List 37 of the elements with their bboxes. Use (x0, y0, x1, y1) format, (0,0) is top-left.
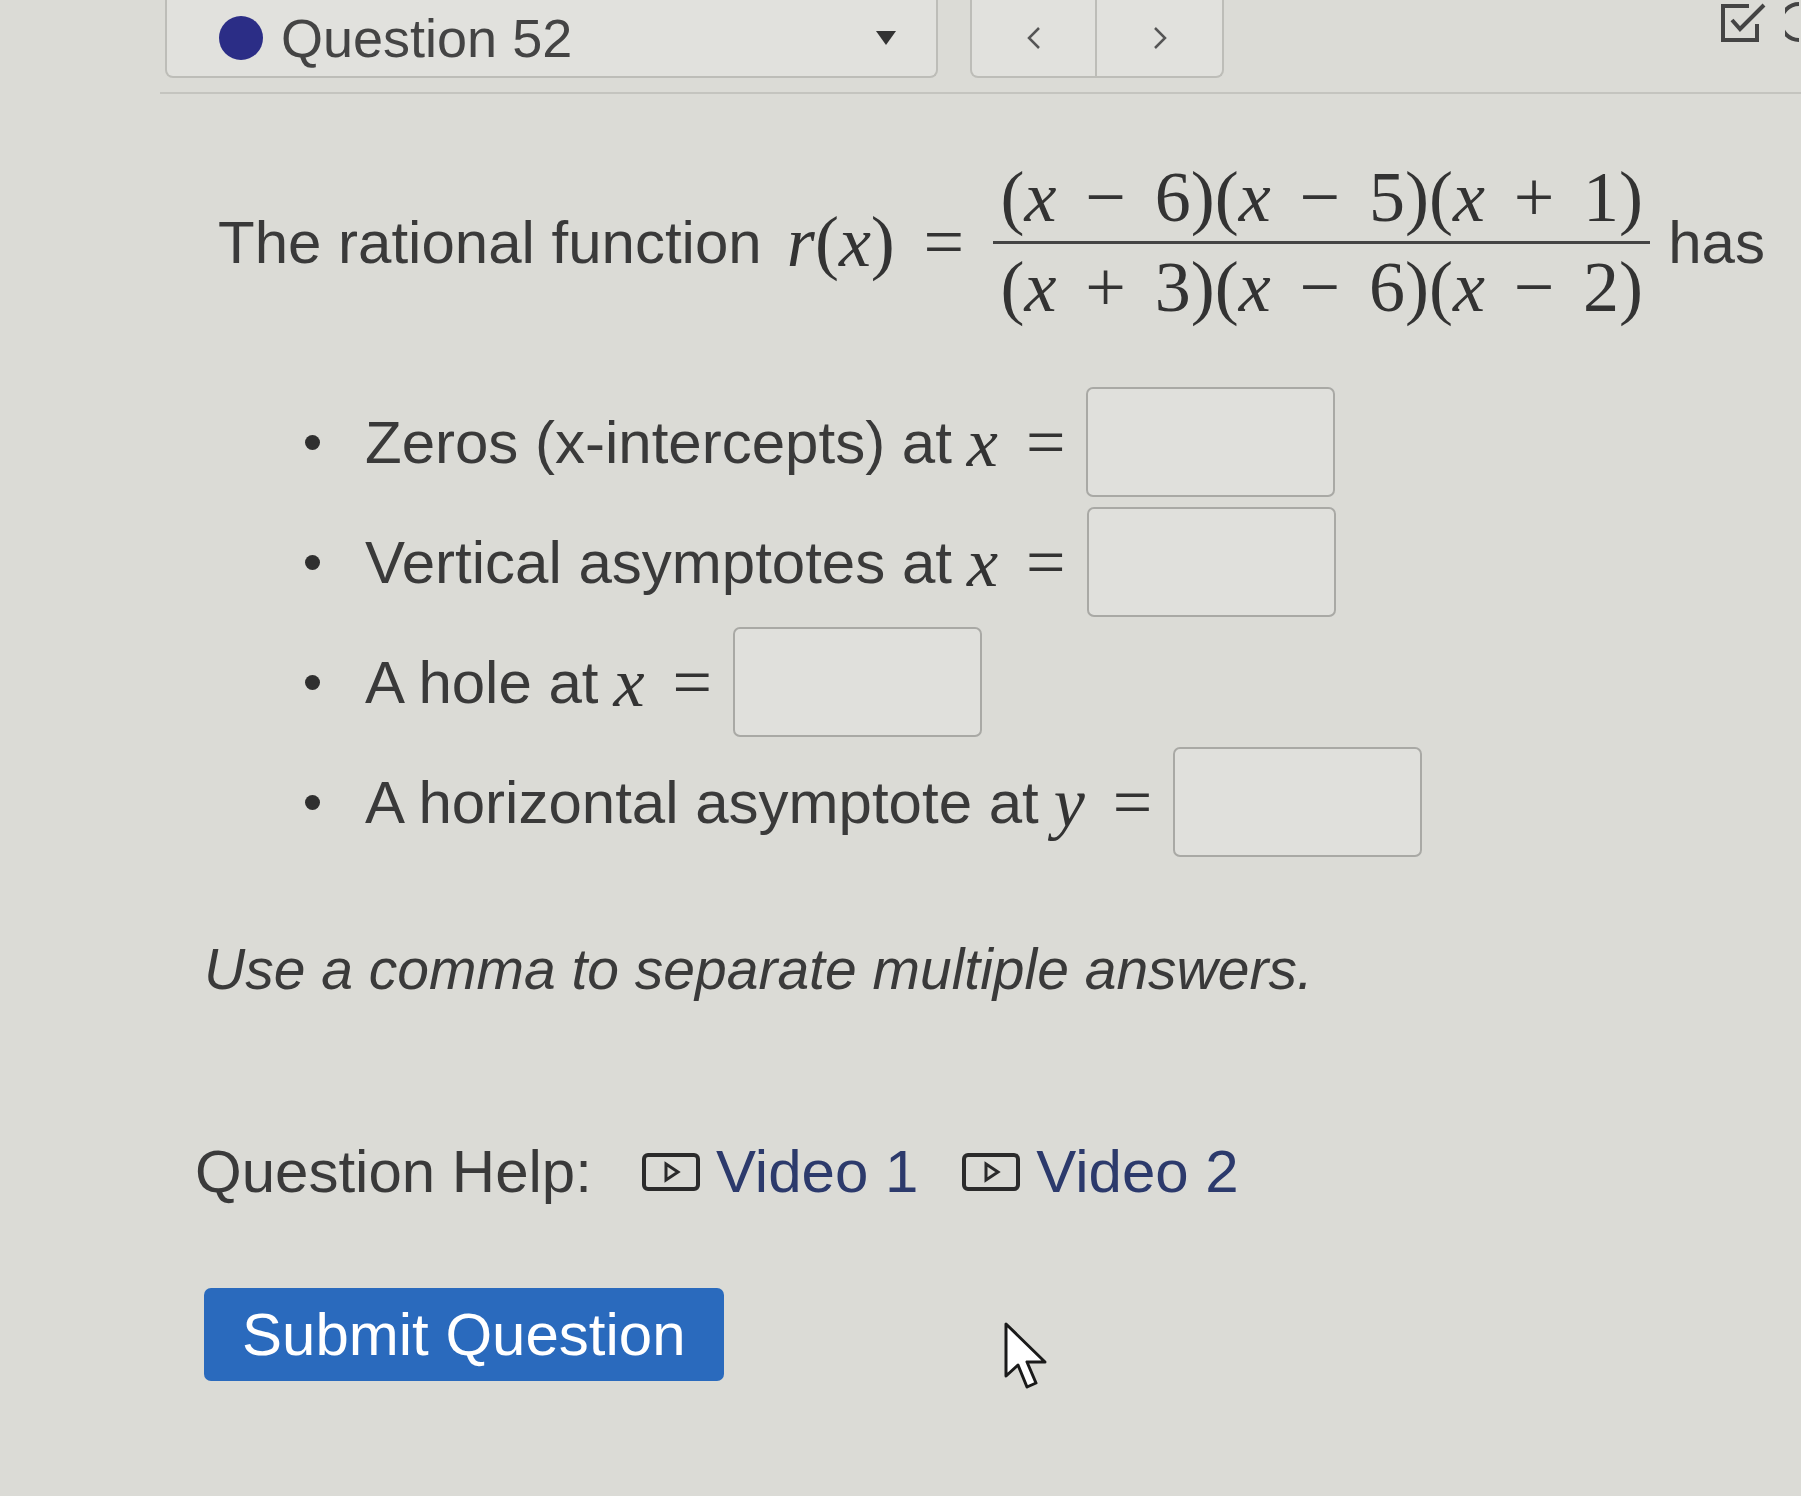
answer-box[interactable] (733, 627, 983, 738)
math-variable: x = (965, 402, 1067, 483)
next-button[interactable] (1097, 0, 1224, 78)
chevron-right-icon (1152, 26, 1167, 50)
fraction-numerator: (x − 6)(x − 5)(x + 1) (999, 158, 1645, 238)
video-play-icon (641, 1152, 700, 1191)
math-variable: x = (611, 642, 714, 723)
answer-label: A hole at (365, 647, 599, 717)
chevron-left-icon (1026, 26, 1041, 50)
math-variable: x = (965, 522, 1067, 603)
video-link[interactable]: Video 2 (962, 1135, 1239, 1208)
bullet-icon (305, 674, 320, 690)
question-selector[interactable]: Question 52 (165, 0, 938, 78)
status-dot-icon (219, 16, 263, 60)
question-text: The rational function (218, 208, 762, 278)
answer-box[interactable] (1086, 387, 1336, 498)
question-text: has (1668, 208, 1765, 278)
fraction-denominator: (x + 3)(x − 6)(x − 2) (999, 248, 1645, 328)
math-variable: y = (1046, 756, 1160, 848)
caret-icon (876, 31, 896, 45)
bullet-icon (305, 794, 320, 810)
function-name: r(x) = (785, 201, 966, 285)
mouse-pointer-icon (1003, 1321, 1049, 1391)
answer-box[interactable] (1173, 747, 1423, 858)
previous-button[interactable] (970, 0, 1097, 78)
answer-label: Vertical asymptotes at (365, 527, 952, 597)
submit-button[interactable]: Submit Question (204, 1287, 724, 1381)
video-link[interactable]: Video 1 (641, 1135, 919, 1208)
answer-box[interactable] (1086, 507, 1336, 618)
help-label: Question Help: (195, 1136, 592, 1207)
instruction-text: Use a comma to separate multiple answers. (204, 936, 1314, 1004)
answer-label: Zeros (x-intercepts) at (365, 407, 952, 477)
answer-label: A horizontal asymptote at (365, 767, 1039, 837)
bullet-icon (305, 554, 320, 570)
video-play-icon (962, 1152, 1021, 1191)
check-square-icon[interactable] (1719, 2, 1767, 44)
bullet-icon (305, 434, 320, 450)
